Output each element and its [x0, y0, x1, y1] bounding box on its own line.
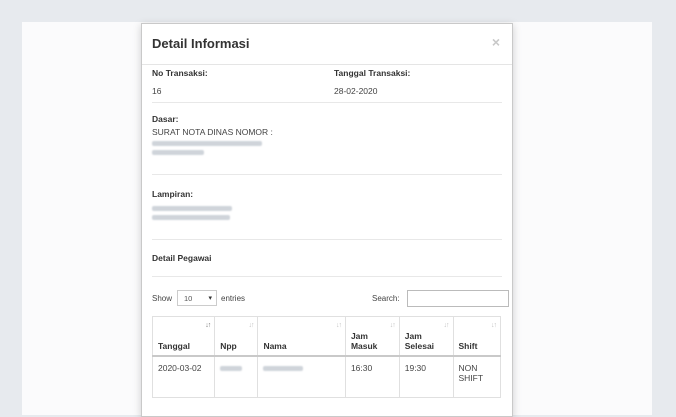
cell-jam-masuk: 16:30 [344, 355, 400, 398]
dasar-label: Dasar: [152, 114, 179, 124]
cell-shift: NON SHIFT [452, 355, 502, 398]
cell-jam-selesai: 19:30 [398, 355, 454, 398]
close-icon[interactable]: × [492, 34, 500, 50]
search-input[interactable] [407, 290, 509, 307]
modal-title: Detail Informasi [152, 36, 250, 51]
chevron-down-icon: ▾ [208, 295, 212, 302]
redacted-text [263, 366, 304, 371]
column-header-nama[interactable]: ↓↑ Nama [257, 316, 346, 357]
sort-icon: ↓↑ [335, 322, 342, 329]
column-header-npp[interactable]: ↓↑ Npp [214, 316, 259, 357]
dasar-section: Dasar: SURAT NOTA DINAS NOMOR : [152, 114, 352, 155]
column-header-shift[interactable]: ↓↑ Shift [452, 316, 502, 357]
sort-icon: ↓↑ [491, 322, 497, 329]
redacted-text [152, 215, 230, 220]
divider [152, 174, 502, 175]
dasar-text: SURAT NOTA DINAS NOMOR : [152, 127, 273, 137]
column-header-jam-masuk[interactable]: ↓↑ Jam Masuk [344, 316, 400, 357]
column-header-jam-selesai[interactable]: ↓↑ Jam Selesai [398, 316, 454, 357]
cell-npp [214, 355, 259, 398]
divider [152, 276, 502, 277]
show-label: Show [152, 294, 173, 303]
lampiran-label: Lampiran: [152, 189, 194, 199]
no-transaksi-value: 16 [152, 86, 162, 96]
divider [152, 102, 502, 103]
entries-select[interactable]: 10 ▾ [177, 290, 217, 306]
entries-value: 10 [184, 294, 193, 303]
redacted-text [220, 366, 243, 371]
sort-icon: ↓↑ [248, 322, 254, 329]
sort-icon: ↓↑ [389, 322, 396, 329]
no-transaksi-label: No Transaksi: [152, 68, 208, 78]
pegawai-table: ↓↑ Tanggal ↓↑ Npp ↓↑ Nama ↓↑ Jam Masuk ↓… [151, 316, 502, 398]
detail-modal: Detail Informasi × No Transaksi: 16 Tang… [141, 23, 513, 417]
redacted-text [152, 206, 232, 211]
table-controls: Show 10 ▾ entries Search: [152, 290, 509, 310]
modal-header: Detail Informasi × [142, 24, 512, 65]
table-row: 2020-03-02 16:30 19:30 NON SHIFT [151, 355, 502, 398]
detail-pegawai-label: Detail Pegawai [152, 253, 212, 263]
redacted-text [152, 150, 204, 155]
lampiran-section: Lampiran: [152, 189, 352, 220]
tanggal-transaksi-label: Tanggal Transaksi: [334, 68, 411, 78]
tanggal-transaksi-value: 28-02-2020 [334, 86, 378, 96]
entries-label: entries [221, 294, 246, 303]
column-header-tanggal[interactable]: ↓↑ Tanggal [151, 316, 216, 357]
cell-tanggal: 2020-03-02 [151, 355, 216, 398]
redacted-text [152, 141, 262, 146]
sort-icon: ↓↑ [443, 322, 450, 329]
sort-icon: ↓↑ [205, 322, 211, 329]
search-label: Search: [372, 294, 400, 303]
divider [152, 239, 502, 240]
cell-nama [257, 355, 346, 398]
